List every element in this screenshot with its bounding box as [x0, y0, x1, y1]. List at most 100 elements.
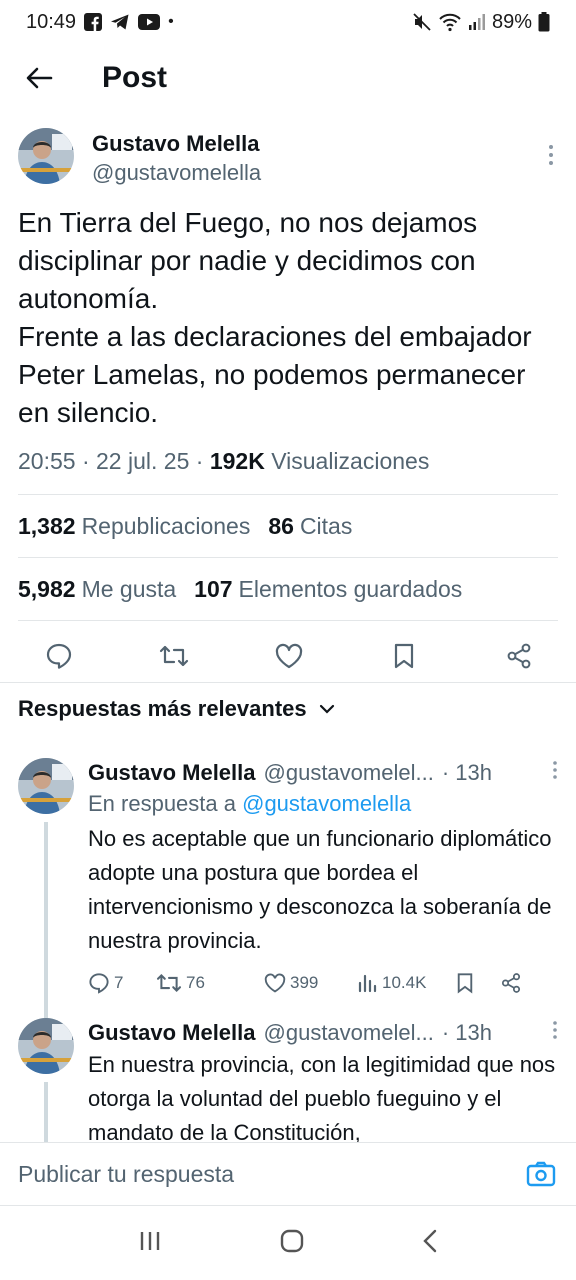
- avatar[interactable]: [18, 758, 74, 814]
- status-dot: •: [168, 13, 174, 30]
- reply-views-button[interactable]: 10.4K: [358, 973, 456, 993]
- bookmark-icon: [457, 973, 473, 994]
- battery-percent: 89%: [491, 10, 532, 33]
- back-button[interactable]: [14, 53, 64, 103]
- reply-header: Gustavo Melella @gustavomelel... · 13h: [88, 758, 558, 788]
- reposts-stat[interactable]: 1,382 Republicaciones: [18, 513, 250, 540]
- telegram-icon: [110, 13, 130, 31]
- share-icon: [501, 973, 521, 993]
- reply-replies-count: 7: [114, 973, 124, 992]
- reply-actions: 7 76 399 10.4K: [88, 972, 558, 994]
- reply-icon: [89, 973, 109, 994]
- reply-like-button[interactable]: 399: [264, 973, 358, 993]
- compose-bar: Publicar tu respuesta: [0, 1142, 576, 1206]
- page-title: Post: [102, 61, 168, 94]
- main-post: Gustavo Melella @gustavomelella En Tierr…: [0, 128, 576, 691]
- mute-icon: [412, 12, 432, 32]
- in-reply-to: En respuesta a @gustavomelella: [88, 788, 558, 820]
- reply-share-button[interactable]: [500, 972, 522, 994]
- home-button[interactable]: [279, 1228, 305, 1259]
- reply-body: Gustavo Melella @gustavomelel... · 13h E…: [88, 1018, 576, 1150]
- post-author-row: Gustavo Melella @gustavomelella: [18, 128, 558, 188]
- reply-icon: [46, 643, 72, 669]
- reply-text: No es aceptable que un funcionario diplo…: [88, 826, 552, 953]
- more-options-button[interactable]: [552, 758, 558, 788]
- in-reply-prefix: En respuesta a: [88, 791, 236, 816]
- reposts-count: 1,382: [18, 512, 76, 539]
- quotes-stat[interactable]: 86 Citas: [268, 513, 352, 540]
- likes-stat[interactable]: 5,982 Me gusta: [18, 576, 176, 603]
- bookmark-icon: [394, 643, 414, 669]
- status-bar: 10:49 • 89%: [0, 0, 576, 44]
- replies-sort-label: Respuestas más relevantes: [18, 696, 307, 721]
- post-text-line: Frente a las declaraciones del embajador…: [18, 321, 532, 428]
- repost-button[interactable]: [157, 639, 191, 673]
- author-names: Gustavo Melella @gustavomelella: [92, 128, 261, 188]
- reply-repost-button[interactable]: 76: [156, 972, 264, 994]
- reply-author-handle[interactable]: @gustavomelel...: [264, 1018, 434, 1048]
- youtube-icon: [138, 14, 161, 30]
- reply-likes-count: 399: [290, 973, 319, 992]
- reply-header: Gustavo Melella @gustavomelel... · 13h: [88, 1018, 558, 1048]
- bookmarks-stat[interactable]: 107 Elementos guardados: [194, 576, 462, 603]
- quotes-count: 86: [268, 512, 294, 539]
- reply-bookmark-button[interactable]: [456, 972, 500, 994]
- reply-author-name[interactable]: Gustavo Melella: [88, 1018, 256, 1048]
- stats-reposts-quotes: 1,382 Republicaciones 86 Citas: [18, 495, 558, 557]
- reply-views-count: 10.4K: [382, 973, 427, 992]
- top-bar: Post: [0, 44, 576, 112]
- post-date: 22 jul. 25: [96, 448, 190, 474]
- home-icon: [280, 1229, 304, 1252]
- chevron-left-icon: [422, 1229, 436, 1252]
- recents-button[interactable]: [138, 1230, 162, 1257]
- arrow-left-icon: [26, 67, 53, 89]
- in-reply-mention-link[interactable]: @gustavomelella: [242, 791, 411, 816]
- status-left: 10:49 •: [26, 11, 174, 34]
- reposts-label: Republicaciones: [81, 512, 251, 539]
- post-meta: 20:55 · 22 jul. 25 · 192K Visualizacione…: [18, 444, 558, 478]
- quotes-label: Citas: [299, 512, 353, 539]
- more-options-button[interactable]: [548, 144, 554, 171]
- more-options-button[interactable]: [552, 1018, 558, 1048]
- bookmarks-label: Elementos guardados: [238, 575, 463, 602]
- like-button[interactable]: [272, 639, 306, 673]
- post-text-line: En Tierra del Fuego, no nos dejamos disc…: [18, 207, 478, 314]
- reply-compose-input[interactable]: Publicar tu respuesta: [18, 1161, 524, 1188]
- bookmarks-count: 107: [194, 575, 233, 602]
- views-count: 192K: [209, 448, 265, 474]
- more-vertical-icon: [553, 761, 557, 779]
- share-icon: [507, 643, 531, 669]
- back-nav-button[interactable]: [422, 1229, 438, 1258]
- thread-line: [44, 1082, 48, 1142]
- reply-reposts-count: 76: [186, 973, 205, 992]
- reply-item[interactable]: Gustavo Melella @gustavomelel... · 13h E…: [0, 758, 576, 1072]
- meta-separator: ·: [81, 448, 90, 474]
- reply-item[interactable]: Gustavo Melella @gustavomelel... · 13h E…: [0, 1018, 576, 1150]
- views-chart-icon: [358, 974, 377, 993]
- heart-icon: [264, 973, 286, 993]
- bookmark-button[interactable]: [387, 639, 421, 673]
- author-handle[interactable]: @gustavomelella: [92, 158, 261, 188]
- camera-icon: [526, 1161, 556, 1187]
- stats-likes-bookmarks: 5,982 Me gusta 107 Elementos guardados: [18, 558, 558, 620]
- reply-time: · 13h: [441, 760, 492, 785]
- status-right: 89%: [412, 11, 550, 34]
- avatar[interactable]: [18, 128, 74, 184]
- avatar[interactable]: [18, 1018, 74, 1074]
- post-actions: [18, 621, 558, 691]
- recents-icon: [141, 1231, 160, 1250]
- reply-button[interactable]: [42, 639, 76, 673]
- replies-sort-dropdown[interactable]: Respuestas más relevantes: [18, 696, 335, 722]
- views-label: Visualizaciones: [271, 448, 430, 474]
- share-button[interactable]: [502, 639, 536, 673]
- battery-icon: [538, 12, 550, 32]
- post-text: En Tierra del Fuego, no nos dejamos disc…: [18, 204, 558, 432]
- camera-button[interactable]: [524, 1157, 558, 1191]
- reply-reply-button[interactable]: 7: [88, 972, 156, 994]
- author-name[interactable]: Gustavo Melella: [92, 130, 261, 158]
- reply-author-handle[interactable]: @gustavomelel...: [264, 758, 434, 788]
- reply-author-name[interactable]: Gustavo Melella: [88, 758, 256, 788]
- facebook-icon: [84, 13, 103, 31]
- heart-icon: [275, 643, 303, 669]
- section-divider: [0, 682, 576, 683]
